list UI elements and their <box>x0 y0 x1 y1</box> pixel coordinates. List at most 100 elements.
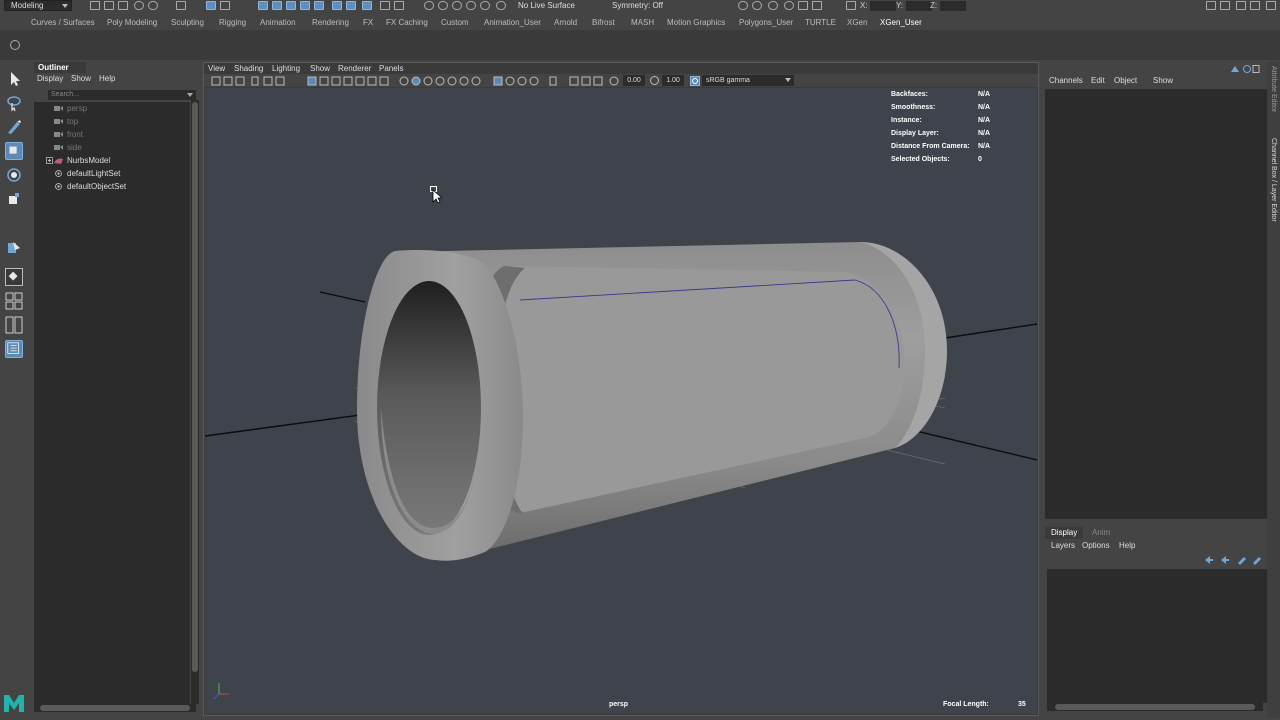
shelf-tab-motion-graphics[interactable]: Motion Graphics <box>667 17 725 29</box>
paint-select-tool-icon[interactable] <box>5 118 23 136</box>
shelf-tab-xgen-user[interactable]: XGen_User <box>880 17 922 29</box>
persp-outliner-layout-icon[interactable] <box>5 316 23 334</box>
shelf-tab-fx-caching[interactable]: FX Caching <box>386 17 428 29</box>
outliner-menu-show[interactable]: Show <box>71 73 91 85</box>
outliner-layout-icon[interactable] <box>5 340 23 358</box>
side-tab-attribute-editor[interactable]: Attribute Editor <box>1268 66 1279 112</box>
shelf-tab-animation-user[interactable]: Animation_User <box>484 17 541 29</box>
render-frame-icon[interactable] <box>738 1 748 10</box>
search-options-icon[interactable] <box>36 90 46 100</box>
shelf-tab-bifrost[interactable]: Bifrost <box>592 17 615 29</box>
redo-icon[interactable] <box>148 1 158 10</box>
outliner-menu-display[interactable]: Display <box>37 73 63 85</box>
select-mask-icon[interactable] <box>480 1 490 10</box>
channel-box-menu-show[interactable]: Show <box>1153 75 1173 87</box>
sidebar-toggle-icon[interactable] <box>1220 1 1230 10</box>
shelf-tab-turtle[interactable]: TURTLE <box>805 17 836 29</box>
viewport-canvas[interactable] <box>205 88 1037 714</box>
viewport-menu-lighting[interactable]: Lighting <box>272 63 300 74</box>
layer-menu-layers[interactable]: Layers <box>1051 540 1075 552</box>
four-view-layout-icon[interactable] <box>5 292 23 310</box>
open-scene-icon[interactable] <box>104 1 114 10</box>
shelf-tab-fx[interactable]: FX <box>363 17 373 29</box>
snap-live-icon[interactable] <box>314 1 324 10</box>
render-icon[interactable] <box>362 1 372 10</box>
layer-tab-anim[interactable]: Anim <box>1086 527 1116 539</box>
viewport-menu-show[interactable]: Show <box>310 63 330 74</box>
outliner-scroll-thumb[interactable] <box>192 102 198 672</box>
z-field[interactable] <box>940 1 966 11</box>
color-space-dropdown[interactable]: sRGB gamma <box>702 75 794 86</box>
select-hierarchy-icon[interactable] <box>176 1 186 10</box>
snap-view-plane-icon[interactable] <box>300 1 310 10</box>
layer-editor-area[interactable] <box>1047 569 1267 703</box>
x-field[interactable] <box>870 1 896 11</box>
gamma-icon[interactable] <box>650 76 659 85</box>
transform-constraint-icon[interactable] <box>846 1 856 10</box>
select-soft-icon[interactable] <box>452 1 462 10</box>
layer-tab-display[interactable]: Display <box>1045 527 1084 539</box>
snap-point-icon[interactable] <box>286 1 296 10</box>
viewport-menu-view[interactable]: View <box>208 63 225 74</box>
save-scene-icon[interactable] <box>118 1 128 10</box>
live-surface-label[interactable]: No Live Surface <box>518 0 575 11</box>
rotate-tool-icon[interactable] <box>5 166 23 184</box>
shelf-tab-sculpting[interactable]: Sculpting <box>171 17 204 29</box>
viewport-menu-renderer[interactable]: Renderer <box>338 63 371 74</box>
select-camera-icon[interactable] <box>466 1 476 10</box>
shelf-tab-rendering[interactable]: Rendering <box>312 17 349 29</box>
channel-box-menu-channels[interactable]: Channels <box>1049 75 1083 87</box>
ipr-render-icon[interactable] <box>752 1 762 10</box>
shelf-tab-curves-surfaces[interactable]: Curves / Surfaces <box>31 17 95 29</box>
lock-icon[interactable] <box>380 1 390 10</box>
last-tool-icon[interactable] <box>5 238 23 256</box>
single-perspective-layout-icon[interactable] <box>5 268 23 286</box>
outliner-search-input[interactable]: Search... <box>48 90 196 100</box>
select-objects-icon[interactable] <box>206 1 216 10</box>
render-view-icon[interactable] <box>768 1 778 10</box>
side-tab-channel-box-layer-editor[interactable]: Channel Box / Layer Editor <box>1268 138 1279 222</box>
layer-tool-icons[interactable] <box>1204 555 1264 565</box>
new-scene-icon[interactable] <box>90 1 100 10</box>
color-management-icon[interactable] <box>690 76 700 86</box>
shelf-tab-arnold[interactable]: Arnold <box>554 17 577 29</box>
viewport-toolbar-icons[interactable] <box>208 76 628 86</box>
shelf-settings-icon[interactable] <box>10 40 20 50</box>
render-settings-icon[interactable] <box>394 1 404 10</box>
shelf-tab-mash[interactable]: MASH <box>631 17 654 29</box>
y-field[interactable] <box>906 1 932 11</box>
snap-curve-icon[interactable] <box>272 1 282 10</box>
snap-grid-icon[interactable] <box>258 1 268 10</box>
gamma-field[interactable]: 1.00 <box>662 75 684 86</box>
construction-history-icon[interactable] <box>346 1 356 10</box>
workspace-icon[interactable] <box>1206 1 1216 10</box>
symmetry-dropdown[interactable]: Symmetry: Off <box>612 0 663 11</box>
viewport-menu-shading[interactable]: Shading <box>234 63 263 74</box>
menu-set-dropdown[interactable]: Modeling <box>4 0 72 11</box>
channel-box-area[interactable] <box>1045 89 1267 519</box>
paint-select-icon[interactable] <box>438 1 448 10</box>
shelf-tab-xgen[interactable]: XGen <box>847 17 867 29</box>
expand-plus-icon[interactable] <box>46 157 53 164</box>
undo-icon[interactable] <box>134 1 144 10</box>
layer-menu-help[interactable]: Help <box>1119 540 1135 552</box>
scale-tool-icon[interactable] <box>5 190 23 208</box>
channel-box-menu-edit[interactable]: Edit <box>1091 75 1105 87</box>
outliner-menu-help[interactable]: Help <box>99 73 115 85</box>
channel-box-menu-object[interactable]: Object <box>1114 75 1137 87</box>
channel-box-toggle-icon[interactable] <box>1250 1 1260 10</box>
outliner-title[interactable]: Outliner <box>34 62 86 73</box>
lasso-icon[interactable] <box>424 1 434 10</box>
shelf-tab-custom[interactable]: Custom <box>441 17 469 29</box>
shelf-tab-poly-modeling[interactable]: Poly Modeling <box>107 17 157 29</box>
layer-menu-options[interactable]: Options <box>1082 540 1110 552</box>
render-setup-icon[interactable] <box>798 1 808 10</box>
exposure-field[interactable]: 0.00 <box>623 75 645 86</box>
move-tool-icon[interactable] <box>5 142 23 160</box>
shelf-tab-polygons-user[interactable]: Polygons_User <box>739 17 793 29</box>
outliner-hscroll-thumb[interactable] <box>40 705 190 711</box>
layer-hscroll-thumb[interactable] <box>1055 704 1255 710</box>
tool-settings-icon[interactable] <box>1266 1 1276 10</box>
hypershade-icon[interactable] <box>784 1 794 10</box>
viewport-menu-panels[interactable]: Panels <box>379 63 403 74</box>
